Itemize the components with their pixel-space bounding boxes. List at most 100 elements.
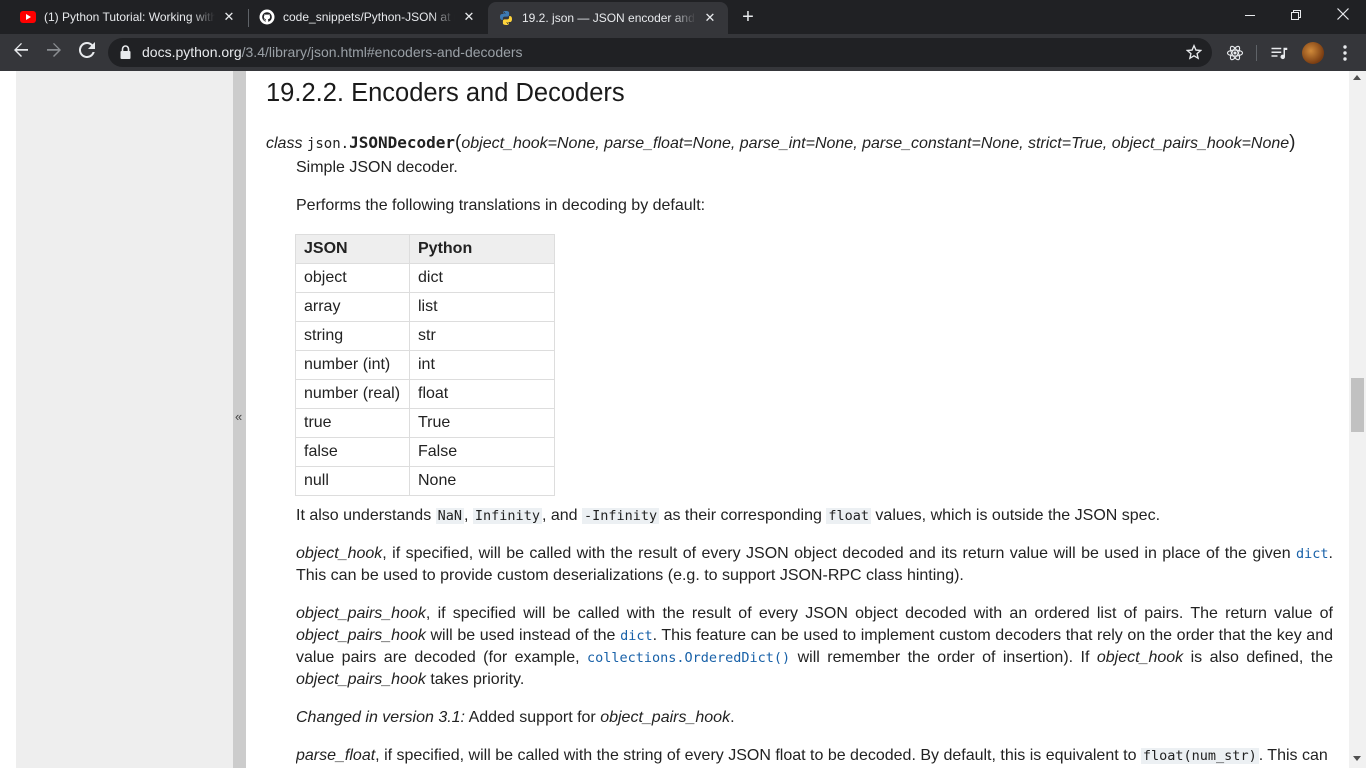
reload-button[interactable] bbox=[72, 37, 102, 67]
table-cell: int bbox=[409, 350, 555, 380]
table-cell: true bbox=[295, 408, 410, 438]
tab-strip: (1) Python Tutorial: Working with JSON ✕… bbox=[0, 0, 1366, 34]
signature-params: object_hook=None, parse_float=None, pars… bbox=[461, 135, 1290, 152]
browser-toolbar: docs.python.org/3.4/library/json.html#en… bbox=[0, 34, 1366, 71]
parse-float-paragraph: parse_float, if specified, will be calle… bbox=[296, 745, 1333, 767]
close-icon bbox=[1337, 7, 1349, 25]
dict-link[interactable]: dict bbox=[620, 627, 653, 644]
term-object-pairs-hook: object_pairs_hook bbox=[296, 671, 426, 688]
menu-kebab-icon[interactable] bbox=[1334, 42, 1356, 64]
text-run: . bbox=[730, 709, 735, 726]
bookmark-star-icon[interactable] bbox=[1185, 44, 1203, 65]
scroll-down-arrow[interactable] bbox=[1353, 756, 1361, 761]
lock-icon[interactable] bbox=[120, 45, 131, 64]
minimize-icon bbox=[1245, 7, 1255, 25]
table-row: true True bbox=[295, 408, 555, 438]
table-row: number (int) int bbox=[295, 350, 555, 380]
text-run: It also understands bbox=[296, 507, 436, 524]
scroll-up-arrow[interactable] bbox=[1353, 75, 1361, 80]
python-icon bbox=[498, 10, 514, 26]
toolbar-divider bbox=[1256, 45, 1257, 61]
close-icon[interactable]: ✕ bbox=[221, 9, 237, 25]
translations-intro: Performs the following translations in d… bbox=[296, 197, 706, 214]
restore-button[interactable] bbox=[1273, 0, 1319, 32]
react-devtools-icon[interactable] bbox=[1224, 42, 1246, 64]
table-cell: string bbox=[295, 321, 410, 351]
table-cell: number (int) bbox=[295, 350, 410, 380]
text-run: takes priority. bbox=[425, 671, 525, 688]
table-cell: str bbox=[409, 321, 555, 351]
url-text[interactable]: docs.python.org/3.4/library/json.html#en… bbox=[142, 44, 523, 60]
text-run: Added support for bbox=[465, 709, 601, 726]
text-run: , if specified, will be called with the … bbox=[375, 747, 1141, 764]
table-cell: dict bbox=[409, 263, 555, 293]
back-button[interactable] bbox=[6, 37, 36, 67]
code-dict: dict bbox=[1296, 546, 1329, 562]
text-run: as their corresponding bbox=[659, 507, 827, 524]
object-pairs-hook-paragraph: object_pairs_hook, if specified will be … bbox=[296, 603, 1333, 691]
code-infinity: Infinity bbox=[472, 508, 542, 524]
scroll-thumb[interactable] bbox=[1351, 378, 1364, 432]
profile-avatar[interactable] bbox=[1302, 42, 1324, 64]
term-object-pairs-hook: object_pairs_hook bbox=[296, 627, 426, 644]
tab-python-docs[interactable]: 19.2. json — JSON encoder and decoder ✕ bbox=[488, 2, 728, 34]
tab-title: 19.2. json — JSON encoder and decoder bbox=[522, 11, 696, 25]
text-run: , if specified, will be called with the … bbox=[382, 545, 1297, 562]
class-description: Simple JSON decoder. bbox=[296, 159, 458, 176]
term-object-pairs-hook: object_pairs_hook bbox=[600, 709, 731, 726]
table-header-cell: JSON bbox=[295, 234, 410, 264]
table-header-row: JSON Python bbox=[295, 234, 555, 264]
table-cell: object bbox=[295, 263, 410, 293]
close-window-button[interactable] bbox=[1320, 0, 1366, 32]
text-run: will be used instead of the bbox=[425, 627, 621, 644]
term-object-pairs-hook: object_pairs_hook bbox=[296, 605, 426, 622]
text-run: , and bbox=[541, 507, 582, 524]
forward-button[interactable] bbox=[39, 37, 69, 67]
term-object-hook: object_hook bbox=[296, 545, 383, 562]
page-gutter bbox=[0, 71, 16, 768]
ordereddict-link[interactable]: collections.OrderedDict() bbox=[587, 649, 790, 666]
table-cell: None bbox=[409, 466, 555, 496]
tab-title: code_snippets/Python-JSON at master bbox=[283, 10, 455, 24]
term-object-hook: object_hook bbox=[1096, 649, 1184, 666]
table-row: null None bbox=[295, 466, 555, 496]
minimize-button[interactable] bbox=[1227, 0, 1273, 32]
term-parse-float: parse_float bbox=[296, 747, 376, 764]
special-values-paragraph: It also understands NaN, Infinity, and -… bbox=[296, 505, 1160, 527]
table-row: array list bbox=[295, 292, 555, 322]
signature-close-paren: ) bbox=[1289, 132, 1296, 153]
table-cell: True bbox=[409, 408, 555, 438]
text-run: . This can bbox=[1258, 747, 1328, 764]
table-row: object dict bbox=[295, 263, 555, 293]
code-dict: dict bbox=[620, 628, 653, 644]
code-ordereddict: collections.OrderedDict() bbox=[586, 650, 791, 666]
code-float: float bbox=[826, 508, 871, 524]
media-control-icon[interactable] bbox=[1268, 42, 1290, 64]
close-icon[interactable]: ✕ bbox=[461, 9, 477, 25]
youtube-icon bbox=[20, 9, 36, 25]
new-tab-button[interactable]: + bbox=[735, 5, 761, 31]
tab-title: (1) Python Tutorial: Working with JSON bbox=[44, 10, 215, 24]
dict-link[interactable]: dict bbox=[1296, 545, 1329, 562]
version-changed-label: Changed in version 3.1: bbox=[296, 709, 465, 726]
docs-sidebar bbox=[16, 71, 233, 768]
url-host: docs.python.org bbox=[142, 44, 242, 60]
text-run: values, which is outside the JSON spec. bbox=[870, 507, 1161, 524]
table-cell: null bbox=[295, 466, 410, 496]
collapse-sidebar-icon[interactable]: « bbox=[235, 409, 242, 424]
table-header-cell: Python bbox=[409, 234, 555, 264]
text-run: , if specified will be called with the r… bbox=[425, 605, 1333, 622]
table-row: string str bbox=[295, 321, 555, 351]
signature-name: JSONDecoder bbox=[349, 133, 456, 152]
class-signature: class json.JSONDecoder(object_hook=None,… bbox=[266, 132, 1295, 154]
signature-prefix: class bbox=[266, 135, 303, 152]
json-python-table: JSON Python object dict array list string s… bbox=[295, 234, 555, 496]
close-icon[interactable]: ✕ bbox=[702, 10, 718, 26]
tab-github[interactable]: code_snippets/Python-JSON at master ✕ bbox=[249, 0, 487, 34]
section-heading: 19.2.2. Encoders and Decoders bbox=[266, 79, 625, 107]
table-cell: false bbox=[295, 437, 410, 467]
arrow-right-icon bbox=[46, 42, 62, 63]
tab-youtube[interactable]: (1) Python Tutorial: Working with JSON ✕ bbox=[0, 0, 247, 34]
table-cell: False bbox=[409, 437, 555, 467]
address-bar[interactable]: docs.python.org/3.4/library/json.html#en… bbox=[108, 38, 1212, 67]
